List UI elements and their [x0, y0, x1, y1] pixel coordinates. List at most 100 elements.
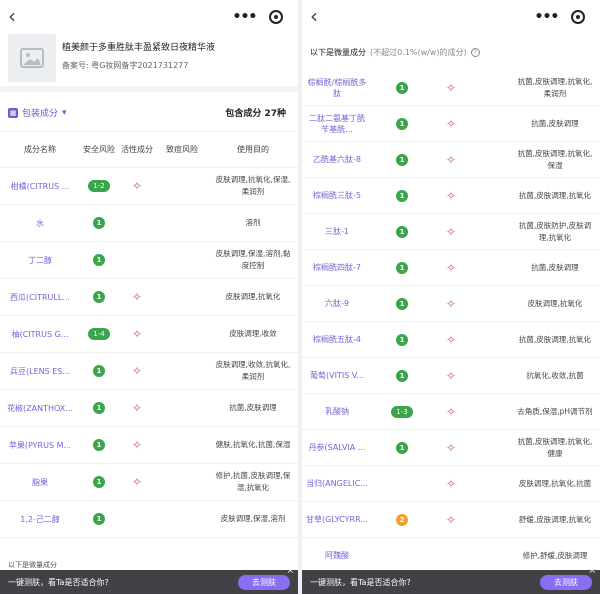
- ingredient-name[interactable]: 棕榈酰/棕榈酰多肽: [302, 77, 372, 99]
- ingredient-name[interactable]: 丹参(SALVIA ...: [302, 442, 372, 453]
- active-ingredient-icon: ✧: [445, 116, 457, 131]
- ingredient-name[interactable]: 柑橘(CITRUS ...: [0, 181, 80, 192]
- close-icon[interactable]: ×: [588, 566, 596, 576]
- safety-badge: 1: [93, 439, 105, 451]
- more-icon[interactable]: •••: [233, 9, 258, 25]
- table-row[interactable]: 花椒(ZANTHOX... 1 ✧ 抗菌,皮肤调理: [0, 390, 298, 427]
- safety-cell: 1: [80, 254, 118, 266]
- active-ingredient-icon: ✧: [445, 260, 457, 275]
- table-row[interactable]: 棕榈酰三肽-5 1 ✧ 抗菌,皮肤调理,抗氧化: [302, 178, 600, 214]
- mini-program-capsule: •••: [226, 6, 290, 28]
- safety-badge: 1: [396, 369, 408, 382]
- table-row[interactable]: 1,2-己二醇 1 皮肤调理,保湿,溶剂: [0, 501, 298, 538]
- ingredient-name[interactable]: 兵豆(LENS ES...: [0, 366, 80, 377]
- safety-badge: 1: [93, 513, 105, 525]
- ingredient-name[interactable]: 脂果: [0, 477, 80, 488]
- table-row[interactable]: 脂果 1 ✧ 修护,抗菌,皮肤调理,保湿,抗氧化: [0, 464, 298, 501]
- active-ingredient-icon: ✧: [445, 404, 457, 419]
- table-row[interactable]: 阿魏酸 修护,舒缓,皮肤调理: [302, 538, 600, 574]
- ingredient-name[interactable]: 棕榈酰五肽-4: [302, 334, 372, 345]
- table-row[interactable]: 丹参(SALVIA ... 1 ✧ 抗菌,皮肤调理,抗氧化,健康: [302, 430, 600, 466]
- ingredient-name[interactable]: 二肽二氨基丁酰苄基酰...: [302, 113, 372, 135]
- safety-badge: 1: [93, 402, 105, 414]
- header-active: 活性成分: [121, 145, 153, 154]
- ingredient-name[interactable]: 苹果(PYRUS M...: [0, 440, 80, 451]
- table-row[interactable]: 乳酸钠 1-3 ✧ 去角质,保湿,pH调节剂: [302, 394, 600, 430]
- table-row[interactable]: 乙酰基六肽-8 1 ✧ 抗菌,皮肤调理,抗氧化,保湿: [302, 142, 600, 178]
- active-ingredient-icon: ✧: [445, 80, 457, 95]
- table-row[interactable]: 柑橘(CITRUS ... 1-2 ✧ 皮肤调理,抗氧化,保湿,柔润剂: [0, 168, 298, 205]
- ingredient-name[interactable]: 水: [0, 218, 80, 229]
- product-card[interactable]: 植美颜于多重胜肽丰盈紧致日夜精华液 备案号: 粤G妆网备字2021731277: [0, 34, 298, 92]
- ingredient-name[interactable]: 甘草(GLYCYRR...: [302, 514, 372, 525]
- trace-title: 以下是微量成分: [310, 47, 366, 57]
- purpose-text: 皮肤调理,保湿,溶剂: [220, 514, 286, 523]
- safety-badge: 1: [396, 81, 408, 94]
- purpose-text: 去角质,保湿,pH调节剂: [517, 406, 593, 416]
- close-target-icon[interactable]: [269, 10, 284, 24]
- back-arrow-icon[interactable]: ‹: [310, 6, 318, 26]
- active-ingredient-icon: ✧: [445, 152, 457, 167]
- pack-selector[interactable]: ▦ 包装成分 ▾: [8, 106, 67, 119]
- table-row[interactable]: 当归(ANGELIC... ✧ 皮肤调理,抗氧化,抗菌: [302, 466, 600, 502]
- table-row[interactable]: 柚(CITRUS G... 1-4 ✧ 皮肤调理,收敛: [0, 316, 298, 353]
- table-row[interactable]: 丁二醇 1 皮肤调理,保湿,溶剂,黏度控制: [0, 242, 298, 279]
- table-row[interactable]: 棕榈酰五肽-4 1 ✧ 抗菌,皮肤调理,抗氧化: [302, 322, 600, 358]
- table-row[interactable]: 三肽-1 1 ✧ 抗菌,皮肤防护,皮肤调理,抗氧化: [302, 214, 600, 250]
- ingredient-name[interactable]: 阿魏酸: [302, 550, 372, 561]
- header-safety: 安全风险: [83, 145, 115, 154]
- safety-cell: 2: [372, 513, 432, 526]
- ingredient-name[interactable]: 棕榈酰四肽-7: [302, 262, 372, 273]
- table-row[interactable]: 二肽二氨基丁酰苄基酰... 1 ✧ 抗菌,皮肤调理: [302, 106, 600, 142]
- ingredient-name[interactable]: 葡萄(VITIS V...: [302, 370, 372, 381]
- table-row[interactable]: 葡萄(VITIS V... 1 ✧ 抗氧化,收敛,抗菌: [302, 358, 600, 394]
- table-row[interactable]: 兵豆(LENS ES... 1 ✧ 皮肤调理,收敛,抗氧化,柔润剂: [0, 353, 298, 390]
- ingredient-name[interactable]: 花椒(ZANTHOX...: [0, 403, 80, 414]
- skin-test-button[interactable]: 去测肤: [540, 574, 592, 590]
- purpose-text: 舒缓,皮肤调理,抗氧化: [518, 514, 592, 524]
- table-row[interactable]: 六肽-9 1 ✧ 皮肤调理,抗氧化: [302, 286, 600, 322]
- close-target-icon[interactable]: [571, 10, 586, 24]
- ingredient-name[interactable]: 六肽-9: [302, 298, 372, 309]
- safety-badge: 1: [396, 225, 408, 238]
- more-icon[interactable]: •••: [535, 9, 560, 25]
- skin-test-button[interactable]: 去测肤: [238, 574, 290, 590]
- purpose-text: 抗菌,皮肤调理,抗氧化,柔润剂: [517, 76, 593, 98]
- table-row[interactable]: 西瓜(CITRULL... 1 ✧ 皮肤调理,抗氧化: [0, 279, 298, 316]
- active-ingredient-icon: ✧: [131, 290, 143, 304]
- ingredient-name[interactable]: 柚(CITRUS G...: [0, 329, 80, 340]
- product-name: 植美颜于多重胜肽丰盈紧致日夜精华液: [62, 43, 216, 53]
- skin-test-text: 一键测肤，看Ta是否适合你?: [8, 577, 109, 587]
- table-row[interactable]: 甘草(GLYCYRR... 2 ✧ 舒缓,皮肤调理,抗氧化: [302, 502, 600, 538]
- table-header: 成分名称 安全风险 活性成分 致痘风险 使用目的: [0, 132, 298, 168]
- purpose-text: 皮肤调理,收敛,抗氧化,柔润剂: [215, 360, 291, 381]
- back-arrow-icon[interactable]: ‹: [8, 6, 16, 26]
- ingredient-name[interactable]: 棕榈酰三肽-5: [302, 190, 372, 201]
- active-ingredient-icon: ✧: [445, 440, 457, 455]
- ingredient-name[interactable]: 乳酸钠: [302, 406, 372, 417]
- safety-cell: 1: [80, 439, 118, 451]
- ingredient-name[interactable]: 三肽-1: [302, 226, 372, 237]
- purpose-text: 抗菌,皮肤调理,抗氧化,保湿: [517, 148, 593, 170]
- ingredient-name[interactable]: 丁二醇: [0, 255, 80, 266]
- safety-badge: 1: [93, 217, 105, 229]
- table-row[interactable]: 水 1 溶剂: [0, 205, 298, 242]
- safety-cell: 1: [372, 153, 432, 166]
- active-ingredient-icon: ✧: [445, 224, 457, 239]
- table-row[interactable]: 棕榈酰四肽-7 1 ✧ 抗菌,皮肤调理: [302, 250, 600, 286]
- ingredient-name[interactable]: 西瓜(CITRULL...: [0, 292, 80, 303]
- help-icon[interactable]: ?: [470, 47, 480, 57]
- header-name: 成分名称: [24, 145, 56, 154]
- safety-cell: 1: [372, 297, 432, 310]
- trace-ingredient-table: 棕榈酰/棕榈酰多肽 1 ✧ 抗菌,皮肤调理,抗氧化,柔润剂 二肽二氨基丁酰苄基酰... 1…: [302, 70, 600, 574]
- purpose-text: 修护,抗菌,皮肤调理,保湿,抗氧化: [215, 471, 291, 492]
- ingredient-name[interactable]: 1,2-己二醇: [0, 514, 80, 525]
- ingredient-table: 柑橘(CITRUS ... 1-2 ✧ 皮肤调理,抗氧化,保湿,柔润剂水 1 溶剂 丁二醇 1…: [0, 168, 298, 538]
- ingredient-name[interactable]: 乙酰基六肽-8: [302, 154, 372, 165]
- safety-cell: 1: [372, 369, 432, 382]
- active-ingredient-icon: ✧: [445, 188, 457, 203]
- table-row[interactable]: 苹果(PYRUS M... 1 ✧ 健肤,抗氧化,抗菌,保湿: [0, 427, 298, 464]
- table-row[interactable]: 棕榈酰/棕榈酰多肽 1 ✧ 抗菌,皮肤调理,抗氧化,柔润剂: [302, 70, 600, 106]
- close-icon[interactable]: ×: [286, 566, 294, 576]
- ingredient-name[interactable]: 当归(ANGELIC...: [302, 478, 372, 489]
